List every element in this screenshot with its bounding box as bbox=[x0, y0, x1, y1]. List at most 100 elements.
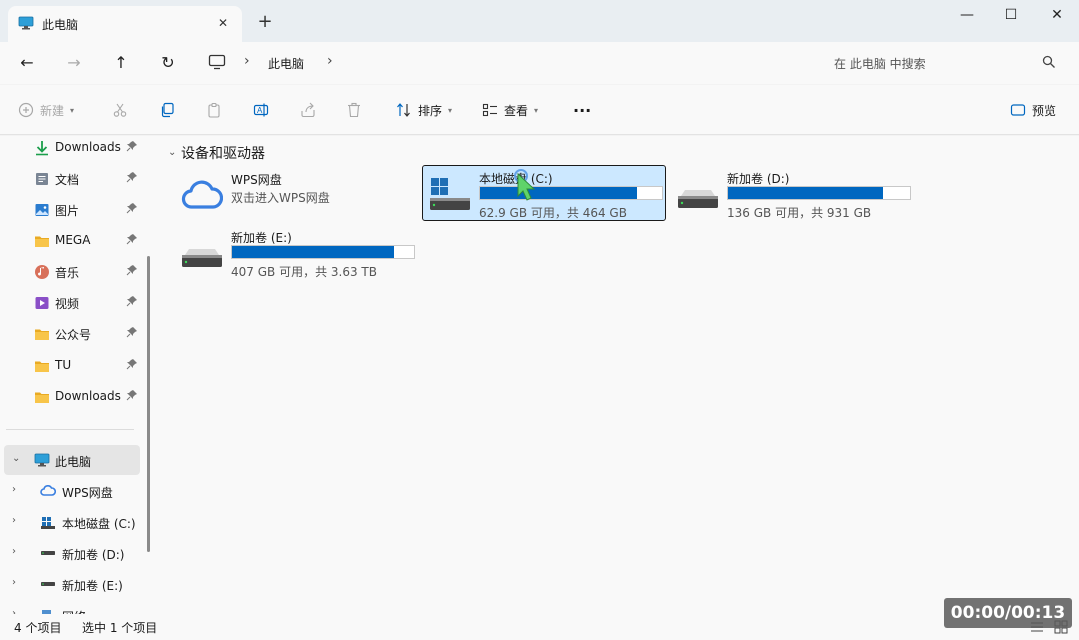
svg-text:A: A bbox=[257, 106, 263, 115]
sidebar-item-drive-e[interactable]: › 新加卷 (E:) bbox=[0, 569, 144, 599]
sidebar-item-drive-c[interactable]: › 本地磁盘 (C:) bbox=[0, 507, 144, 537]
sidebar-item-pictures[interactable]: 图片 bbox=[0, 196, 144, 224]
new-button[interactable]: 新建 ▾ bbox=[18, 99, 74, 121]
sidebar-item-videos[interactable]: 视频 bbox=[0, 289, 144, 317]
sidebar-item-label: 文档 bbox=[55, 173, 80, 187]
sidebar-item-this-pc[interactable]: ⌄ 此电脑 bbox=[4, 445, 140, 475]
sidebar-item-documents[interactable]: 文档 bbox=[0, 165, 144, 193]
drive-usage-bar bbox=[231, 245, 415, 259]
sidebar-item-network[interactable]: › 网络 bbox=[0, 600, 144, 614]
chevron-right-icon[interactable]: › bbox=[12, 484, 16, 495]
pin-icon[interactable] bbox=[126, 358, 138, 370]
monitor-icon[interactable] bbox=[208, 54, 226, 70]
drive-name: 新加卷 (E:) bbox=[231, 231, 292, 245]
sort-label: 排序 bbox=[418, 103, 443, 118]
sidebar-item-label: 公众号 bbox=[55, 328, 92, 342]
sidebar-item-label: WPS网盘 bbox=[62, 486, 113, 500]
chevron-down-icon[interactable]: ⌄ bbox=[12, 453, 20, 464]
new-tab-button[interactable]: + bbox=[254, 12, 276, 34]
network-icon bbox=[42, 610, 51, 614]
sidebar-item-wps-cloud[interactable]: › WPS网盘 bbox=[0, 476, 144, 506]
pin-icon[interactable] bbox=[126, 233, 138, 245]
music-icon bbox=[35, 265, 49, 279]
rename-button[interactable]: A bbox=[253, 99, 269, 121]
group-title[interactable]: 设备和驱动器 bbox=[181, 143, 265, 163]
sort-icon bbox=[397, 103, 410, 117]
refresh-button[interactable]: ↻ bbox=[154, 50, 182, 76]
pin-icon[interactable] bbox=[126, 295, 138, 307]
pin-icon[interactable] bbox=[126, 264, 138, 276]
windows-drive-icon bbox=[430, 178, 470, 210]
search-input[interactable]: 在 此电脑 中搜索 bbox=[820, 49, 1066, 77]
content-pane: ⌄ 设备和驱动器 WPS网盘 双击进入WPS网盘 本地磁盘 (C:) 62.9 … bbox=[150, 136, 1079, 614]
sidebar-item-label: TU bbox=[55, 358, 72, 372]
command-bar: 新建 ▾ A 排序 ▾ 查看 ▾ ··· 预览 bbox=[0, 85, 1079, 135]
share-icon bbox=[301, 102, 315, 118]
breadcrumb-this-pc[interactable]: 此电脑 bbox=[268, 55, 304, 72]
copy-icon bbox=[161, 102, 174, 118]
pin-icon[interactable] bbox=[126, 389, 138, 401]
delete-button[interactable] bbox=[346, 99, 362, 121]
share-button[interactable] bbox=[300, 99, 316, 121]
cut-button[interactable] bbox=[112, 99, 128, 121]
chevron-right-icon[interactable]: › bbox=[12, 577, 16, 588]
mouse-cursor-icon bbox=[514, 169, 536, 201]
drive-c[interactable]: 本地磁盘 (C:) 62.9 GB 可用，共 464 GB bbox=[422, 165, 666, 221]
trash-icon bbox=[348, 102, 360, 118]
view-label: 查看 bbox=[504, 103, 529, 118]
sidebar-item-tu[interactable]: TU bbox=[0, 352, 144, 380]
sidebar-item-label: 新加卷 (E:) bbox=[62, 579, 123, 593]
chevron-right-icon[interactable]: › bbox=[12, 515, 16, 526]
sidebar-item-gongzhonghao[interactable]: 公众号 bbox=[0, 320, 144, 348]
forward-button[interactable]: → bbox=[60, 50, 88, 76]
breadcrumb-chevron-icon[interactable]: › bbox=[327, 53, 333, 69]
pin-icon[interactable] bbox=[126, 171, 138, 183]
maximize-button[interactable]: ☐ bbox=[988, 0, 1034, 32]
drive-wps-cloud[interactable]: WPS网盘 双击进入WPS网盘 bbox=[174, 166, 394, 222]
drive-free-space: 136 GB 可用，共 931 GB bbox=[727, 206, 872, 220]
preview-pane-button[interactable]: 预览 bbox=[1010, 99, 1056, 121]
scissors-icon bbox=[113, 103, 127, 117]
view-button[interactable]: 查看 ▾ bbox=[482, 99, 538, 121]
pin-icon[interactable] bbox=[126, 140, 138, 152]
drive-icon bbox=[41, 582, 55, 586]
drive-e[interactable]: 新加卷 (E:) 407 GB 可用，共 3.63 TB bbox=[174, 224, 418, 280]
tab-close-button[interactable]: ✕ bbox=[212, 12, 234, 34]
sidebar-divider bbox=[6, 429, 134, 430]
chevron-down-icon: ▾ bbox=[534, 105, 539, 115]
sidebar-item-mega[interactable]: MEGA bbox=[0, 227, 144, 255]
paste-button[interactable] bbox=[206, 99, 222, 121]
document-icon bbox=[36, 173, 48, 185]
close-window-button[interactable]: ✕ bbox=[1034, 0, 1079, 32]
drive-free-space: 407 GB 可用，共 3.63 TB bbox=[231, 265, 377, 279]
drive-icon bbox=[41, 551, 55, 555]
new-label: 新建 bbox=[40, 103, 65, 118]
up-button[interactable]: ↑ bbox=[107, 50, 135, 76]
minimize-button[interactable]: — bbox=[944, 0, 990, 32]
drive-d[interactable]: 新加卷 (D:) 136 GB 可用，共 931 GB bbox=[670, 165, 914, 221]
pin-icon[interactable] bbox=[126, 326, 138, 338]
video-icon bbox=[35, 297, 49, 309]
folder-icon bbox=[35, 236, 49, 247]
drive-icon bbox=[678, 190, 718, 208]
more-options-button[interactable]: ··· bbox=[573, 99, 591, 121]
sidebar-item-drive-d[interactable]: › 新加卷 (D:) bbox=[0, 538, 144, 568]
sidebar-item-downloads[interactable]: Downloads bbox=[0, 136, 144, 162]
sidebar-item-label: 图片 bbox=[55, 204, 80, 218]
breadcrumb-chevron-icon[interactable]: › bbox=[244, 53, 250, 69]
back-button[interactable]: ← bbox=[13, 50, 41, 76]
chevron-right-icon[interactable]: › bbox=[12, 546, 16, 557]
copy-button[interactable] bbox=[159, 99, 175, 121]
chevron-down-icon[interactable]: ⌄ bbox=[168, 147, 176, 158]
sidebar-item-label: MEGA bbox=[55, 233, 91, 247]
tab-this-pc[interactable]: 此电脑 ✕ bbox=[8, 6, 242, 42]
drive-description: 双击进入WPS网盘 bbox=[231, 191, 330, 205]
rename-icon: A bbox=[253, 103, 269, 117]
status-bar: 4 个项目 选中 1 个项目 bbox=[0, 614, 1079, 640]
sort-button[interactable]: 排序 ▾ bbox=[396, 99, 452, 121]
search-placeholder: 在 此电脑 中搜索 bbox=[834, 57, 926, 71]
sidebar-item-music[interactable]: 音乐 bbox=[0, 258, 144, 286]
pin-icon[interactable] bbox=[126, 202, 138, 214]
sidebar-item-label: 本地磁盘 (C:) bbox=[62, 517, 136, 531]
sidebar-item-downloads-folder[interactable]: Downloads bbox=[0, 383, 144, 411]
